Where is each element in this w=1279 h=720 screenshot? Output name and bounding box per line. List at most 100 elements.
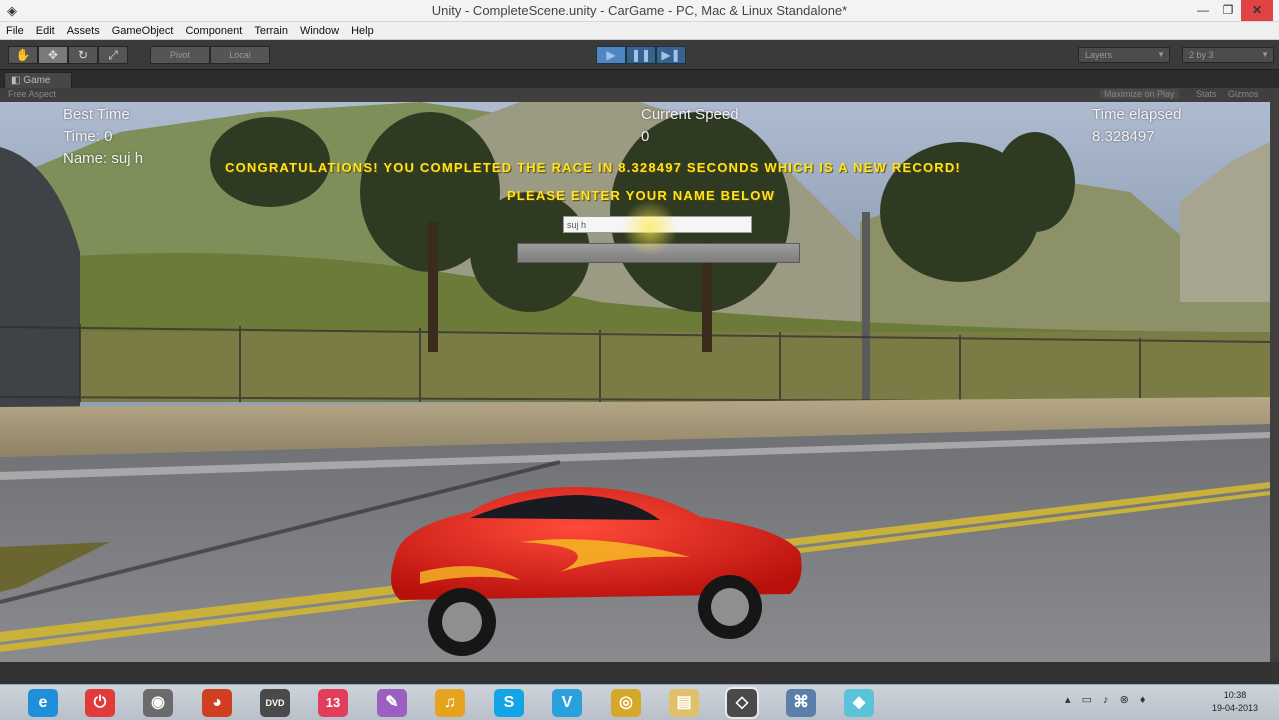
game-tab-bar: ◧ Game <box>0 70 1279 88</box>
taskbar-app[interactable]: 13 <box>318 689 348 717</box>
taskbar-app[interactable]: ◆ <box>844 689 874 717</box>
menu-terrain[interactable]: Terrain <box>254 25 288 37</box>
hand-tool-icon: ✋ <box>15 48 31 62</box>
vector-app-icon: V <box>561 694 573 711</box>
layout-dropdown[interactable]: 2 by 3 ▼ <box>1182 47 1274 63</box>
pivot-controls: Pivot Local <box>150 46 270 64</box>
taskbar-app[interactable]: ♫ <box>435 689 465 717</box>
pivot-toggle[interactable]: Pivot <box>150 46 210 64</box>
grass-strip <box>0 332 1270 402</box>
taskbar-app[interactable]: e <box>28 689 58 717</box>
speed-panel: Current Speed 0 <box>641 104 739 148</box>
local-toggle[interactable]: Local <box>210 46 270 64</box>
menu-window[interactable]: Window <box>300 25 339 37</box>
step-icon: ▶❚ <box>661 48 681 62</box>
main-toolbar: ✋ ✥ ↻ ⤢ Pivot Local ▶ ❚❚ ▶❚ Layers ▼ 2 b… <box>0 40 1279 70</box>
maximize-icon: ❐ <box>1222 3 1234 17</box>
taskbar-app[interactable]: ⌘ <box>786 689 816 717</box>
menu-bar: File Edit Assets GameObject Component Te… <box>0 22 1279 40</box>
taskbar-app[interactable]: ✎ <box>377 689 407 717</box>
clock-date: 19-04-2013 <box>1211 703 1259 713</box>
minimize-icon: — <box>1197 3 1209 17</box>
taskbar-app[interactable]: V <box>552 689 582 717</box>
chevron-down-icon: ▼ <box>1261 50 1269 59</box>
layers-dropdown[interactable]: Layers ▼ <box>1078 47 1170 63</box>
close-button[interactable]: ✕ <box>1241 0 1273 21</box>
play-button[interactable]: ▶ <box>596 46 626 64</box>
window-title: Unity - CompleteScene.unity - CarGame - … <box>431 3 848 18</box>
aspect-dropdown[interactable]: Free Aspect <box>8 89 56 99</box>
play-icon: ▶ <box>606 48 616 62</box>
scale-tool-icon: ⤢ <box>108 48 118 62</box>
media-disc-icon: ◕ <box>212 694 222 711</box>
move-tool-icon: ✥ <box>47 48 59 62</box>
webcam-icon: ◉ <box>151 694 165 711</box>
maximize-button[interactable]: ❐ <box>1212 0 1244 21</box>
notes-icon: ◆ <box>852 694 866 711</box>
unity-icon: ◇ <box>735 694 749 711</box>
menu-help[interactable]: Help <box>351 25 374 37</box>
menu-component[interactable]: Component <box>185 25 242 37</box>
clock-time: 10:38 <box>1223 690 1247 700</box>
cursor-highlight <box>622 200 678 256</box>
app-13-icon: 13 <box>325 695 341 710</box>
taskbar-app[interactable]: ⏻ <box>85 689 115 717</box>
chevron-down-icon: ▼ <box>1157 50 1165 59</box>
layout-label: 2 by 3 <box>1189 50 1214 60</box>
hand-tool-button[interactable]: ✋ <box>8 46 38 64</box>
layers-label: Layers <box>1085 50 1113 60</box>
menu-file[interactable]: File <box>6 25 24 37</box>
best-time-label: Best Time <box>63 106 130 123</box>
maximize-on-play-toggle[interactable]: Maximize on Play <box>1100 89 1179 99</box>
game-view[interactable]: Best Time Time: 0 Name: suj h Current Sp… <box>0 102 1270 662</box>
taskbar-clock[interactable]: 10:38 19-04-2013 <box>1205 689 1265 715</box>
rotate-tool-button[interactable]: ↻ <box>68 46 98 64</box>
system-tray[interactable]: ▴ ▭ ♪ ⊗ ♦ <box>1065 693 1149 706</box>
transform-tools: ✋ ✥ ↻ ⤢ <box>8 46 128 64</box>
elapsed-panel: Time elapsed 8.328497 <box>1092 104 1182 148</box>
rotate-tool-icon: ↻ <box>77 48 89 62</box>
play-controls: ▶ ❚❚ ▶❚ <box>596 46 686 64</box>
taskbar-app-active[interactable]: ◇ <box>727 689 757 717</box>
file-explorer-icon: ▤ <box>676 694 692 711</box>
skype-icon: S <box>503 694 515 711</box>
headphones-icon: ♫ <box>444 694 456 711</box>
menu-edit[interactable]: Edit <box>36 25 55 37</box>
tab-game[interactable]: ◧ Game <box>4 72 72 88</box>
light-pole <box>862 212 870 422</box>
game-view-toolbar: Free Aspect Maximize on Play Stats Gizmo… <box>0 88 1279 102</box>
step-button[interactable]: ▶❚ <box>656 46 686 64</box>
close-icon: ✕ <box>1251 3 1263 17</box>
paint-icon: ✎ <box>385 694 399 711</box>
taskbar-app[interactable]: S <box>494 689 524 717</box>
menu-assets[interactable]: Assets <box>67 25 100 37</box>
dvd-icon: DVD <box>265 698 285 708</box>
stats-toggle[interactable]: Stats <box>1196 89 1217 99</box>
scale-tool-button[interactable]: ⤢ <box>98 46 128 64</box>
speed-label: Current Speed <box>641 106 739 123</box>
congratulations-message: CONGRATULATIONS! YOU COMPLETED THE RACE … <box>225 160 961 175</box>
title-bar: ◈ Unity - CompleteScene.unity - CarGame … <box>0 0 1279 22</box>
game-tab-label: Game <box>23 75 51 86</box>
game-scene <box>0 102 1270 662</box>
move-tool-button[interactable]: ✥ <box>38 46 68 64</box>
speed-value: 0 <box>641 128 650 145</box>
taskbar-app[interactable]: DVD <box>260 689 290 717</box>
pause-button[interactable]: ❚❚ <box>626 46 656 64</box>
windows-taskbar: e ⏻ ◉ ◕ DVD 13 ✎ ♫ S V ◎ ▤ ◇ ⌘ ◆ ▴ ▭ ♪ ⊗… <box>0 684 1279 720</box>
internet-explorer-icon: e <box>38 694 48 711</box>
pause-icon: ❚❚ <box>630 48 652 62</box>
taskbar-app[interactable]: ◕ <box>202 689 232 717</box>
taskbar-app[interactable]: ▤ <box>669 689 699 717</box>
elapsed-label: Time elapsed <box>1092 106 1182 123</box>
elapsed-value: 8.328497 <box>1092 128 1155 145</box>
best-time-value: Time: 0 <box>63 128 113 145</box>
taskbar-app[interactable]: ◉ <box>143 689 173 717</box>
menu-gameobject[interactable]: GameObject <box>112 25 174 37</box>
game-tab-icon: ◧ <box>11 75 21 86</box>
gizmos-dropdown[interactable]: Gizmos <box>1228 89 1259 99</box>
vertical-scrollbar[interactable] <box>1270 102 1279 662</box>
taskbar-app[interactable]: ◎ <box>611 689 641 717</box>
network-app-icon: ⌘ <box>793 694 809 711</box>
editor-status-strip <box>0 662 1279 684</box>
